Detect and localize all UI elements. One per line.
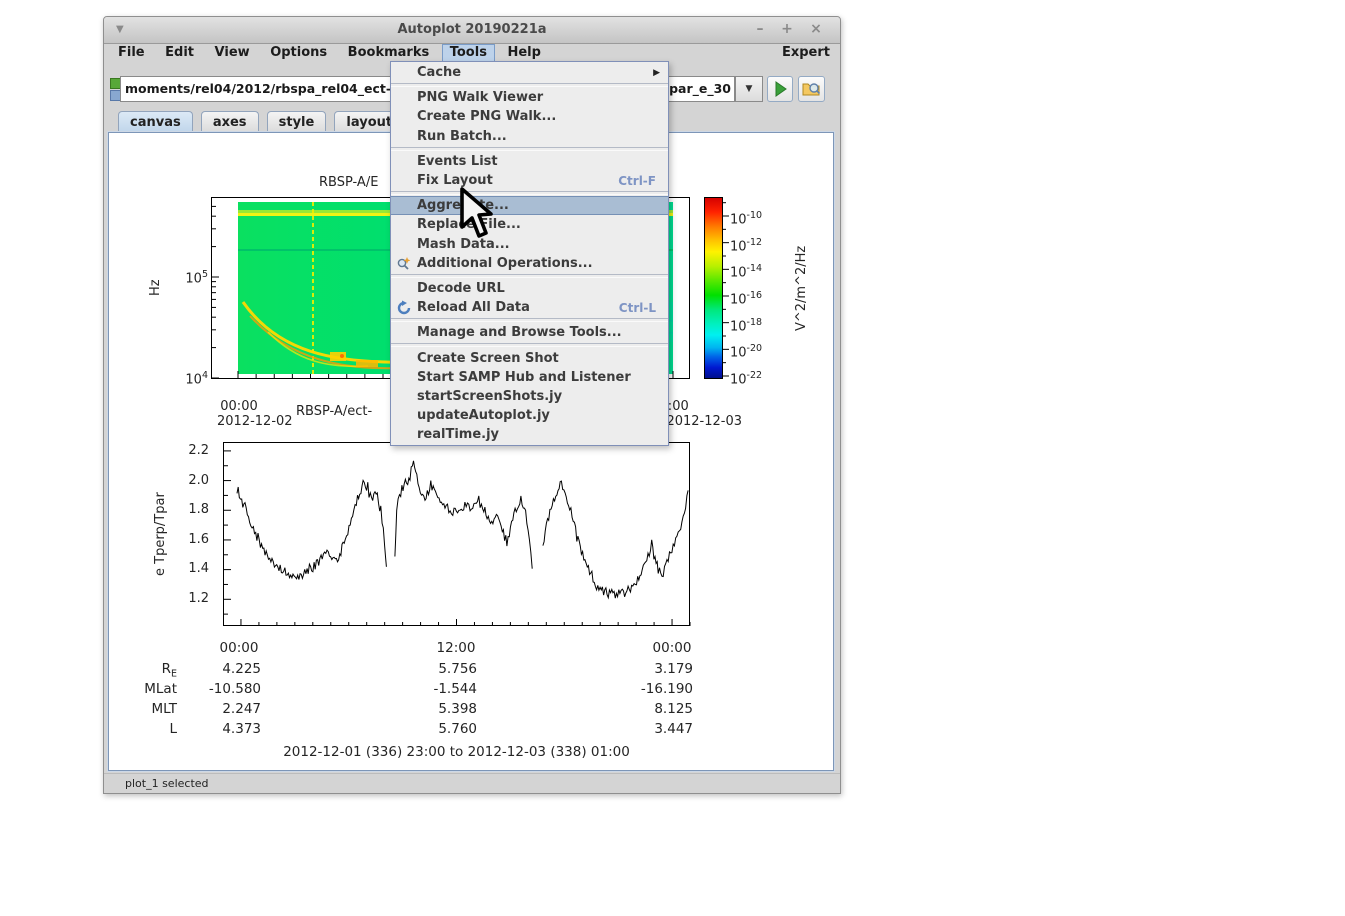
window-title: Autoplot 20190221a: [397, 22, 547, 37]
lineplot-ytick: 1.2: [188, 591, 209, 606]
menu-item-updateautoplot-jy[interactable]: updateAutoplot.jy: [391, 406, 668, 425]
lineplot-ytick: 1.8: [188, 502, 209, 517]
menu-item-fix-layout[interactable]: Fix Layout Ctrl-F: [391, 171, 668, 190]
lineplot-ytick: 1.4: [188, 561, 209, 576]
close-button[interactable]: ×: [806, 17, 826, 43]
status-bar: plot_1 selected: [104, 773, 840, 793]
chevron-down-icon: ▼: [745, 84, 753, 94]
autoplot-window: ▼ Autoplot 20190221a – + × File Edit Vie…: [103, 16, 841, 794]
inspect-uri-button[interactable]: [798, 76, 825, 102]
menu-separator: [391, 191, 668, 196]
mouse-cursor: [460, 187, 493, 238]
menu-separator: [391, 146, 668, 151]
time-range-title: 2012-12-01 (336) 23:00 to 2012-12-03 (33…: [283, 744, 630, 760]
menu-item-realtime-jy[interactable]: realTime.jy: [391, 425, 668, 444]
spectrogram-ytick-1e4: 104: [185, 370, 208, 388]
status-text: plot_1 selected: [125, 777, 209, 790]
menu-item-run-batch[interactable]: Run Batch...: [391, 127, 668, 146]
menu-item-create-screen-shot[interactable]: Create Screen Shot: [391, 348, 668, 367]
title-bar[interactable]: ▼ Autoplot 20190221a – + ×: [104, 17, 840, 44]
menu-options[interactable]: Options: [262, 44, 335, 63]
uri-text-left: moments/rel04/2012/rbspa_rel04_ect-h: [125, 81, 400, 96]
lineplot[interactable]: [223, 442, 691, 627]
lineplot-xtick-2: 00:00: [652, 640, 692, 656]
tools-menu-popup: Cache ▶ PNG Walk Viewer Create PNG Walk.…: [390, 61, 669, 447]
reload-icon: [397, 300, 411, 314]
go-plot-button[interactable]: [767, 76, 793, 102]
lineplot-xtick-0: 00:00: [219, 640, 259, 656]
lineplot-ytick: 1.6: [188, 532, 209, 547]
operations-icon: [397, 257, 411, 270]
menu-item-start-samp-hub[interactable]: Start SAMP Hub and Listener: [391, 368, 668, 387]
menu-item-manage-and-browse-tools[interactable]: Manage and Browse Tools...: [391, 323, 668, 342]
menu-separator: [391, 343, 668, 348]
menu-item-png-walk-viewer[interactable]: PNG Walk Viewer: [391, 88, 668, 107]
spectrogram-ytick-1e5: 105: [185, 269, 208, 287]
menu-item-startscreenshots-jy[interactable]: startScreenShots.jy: [391, 387, 668, 406]
lineplot-ytick: 2.2: [188, 443, 209, 458]
menu-file[interactable]: File: [110, 44, 153, 63]
spectrogram-xlabel: RBSP-A/ect-: [296, 404, 373, 419]
minimize-button[interactable]: –: [750, 17, 770, 43]
colorbar-label: V^2/m^2/Hz: [794, 245, 809, 331]
menu-item-reload-all-data[interactable]: Reload All Data Ctrl-L: [391, 298, 668, 317]
menu-item-cache[interactable]: Cache ▶: [391, 63, 668, 82]
menu-item-aggregate[interactable]: Aggregate...: [391, 196, 668, 216]
tab-axes[interactable]: axes: [200, 111, 259, 133]
lineplot-ylabel: e Tperp/Tpar: [153, 492, 168, 576]
menu-item-replace-file[interactable]: Replace File...: [391, 215, 668, 234]
uri-dropdown-button[interactable]: ▼: [735, 76, 763, 102]
uri-text-right: Tpar_e_30: [660, 81, 731, 96]
menu-edit[interactable]: Edit: [157, 44, 202, 63]
spectrogram-xtick-left: 00:00: [220, 399, 258, 414]
expert-label[interactable]: Expert: [782, 44, 830, 63]
menu-item-mash-data[interactable]: Mash Data...: [391, 235, 668, 254]
play-icon: [775, 81, 787, 97]
spectrogram-title: RBSP-A/E: [319, 175, 379, 190]
spectrogram-date-left: 2012-12-02: [217, 414, 293, 429]
folder-magnifier-icon: [802, 83, 821, 96]
tab-canvas[interactable]: canvas: [118, 111, 193, 133]
menu-separator: [391, 83, 668, 88]
tab-style[interactable]: style: [266, 111, 327, 133]
menu-item-create-png-walk[interactable]: Create PNG Walk...: [391, 107, 668, 126]
spectrogram-ylabel: Hz: [148, 279, 163, 297]
submenu-arrow-icon: ▶: [653, 67, 660, 78]
maximize-button[interactable]: +: [777, 17, 797, 43]
colorbar-tick-labels: 10-10 10-12 10-14 10-16 10-18 10-20 10-2…: [730, 210, 763, 388]
menu-view[interactable]: View: [207, 44, 258, 63]
menu-item-additional-operations[interactable]: Additional Operations...: [391, 254, 668, 273]
menu-separator: [391, 318, 668, 323]
lineplot-xtick-1: 12:00: [436, 640, 476, 656]
menu-item-events-list[interactable]: Events List: [391, 152, 668, 171]
menu-item-decode-url[interactable]: Decode URL: [391, 279, 668, 298]
menu-separator: [391, 273, 668, 278]
lineplot-ytick: 2.0: [188, 472, 209, 488]
